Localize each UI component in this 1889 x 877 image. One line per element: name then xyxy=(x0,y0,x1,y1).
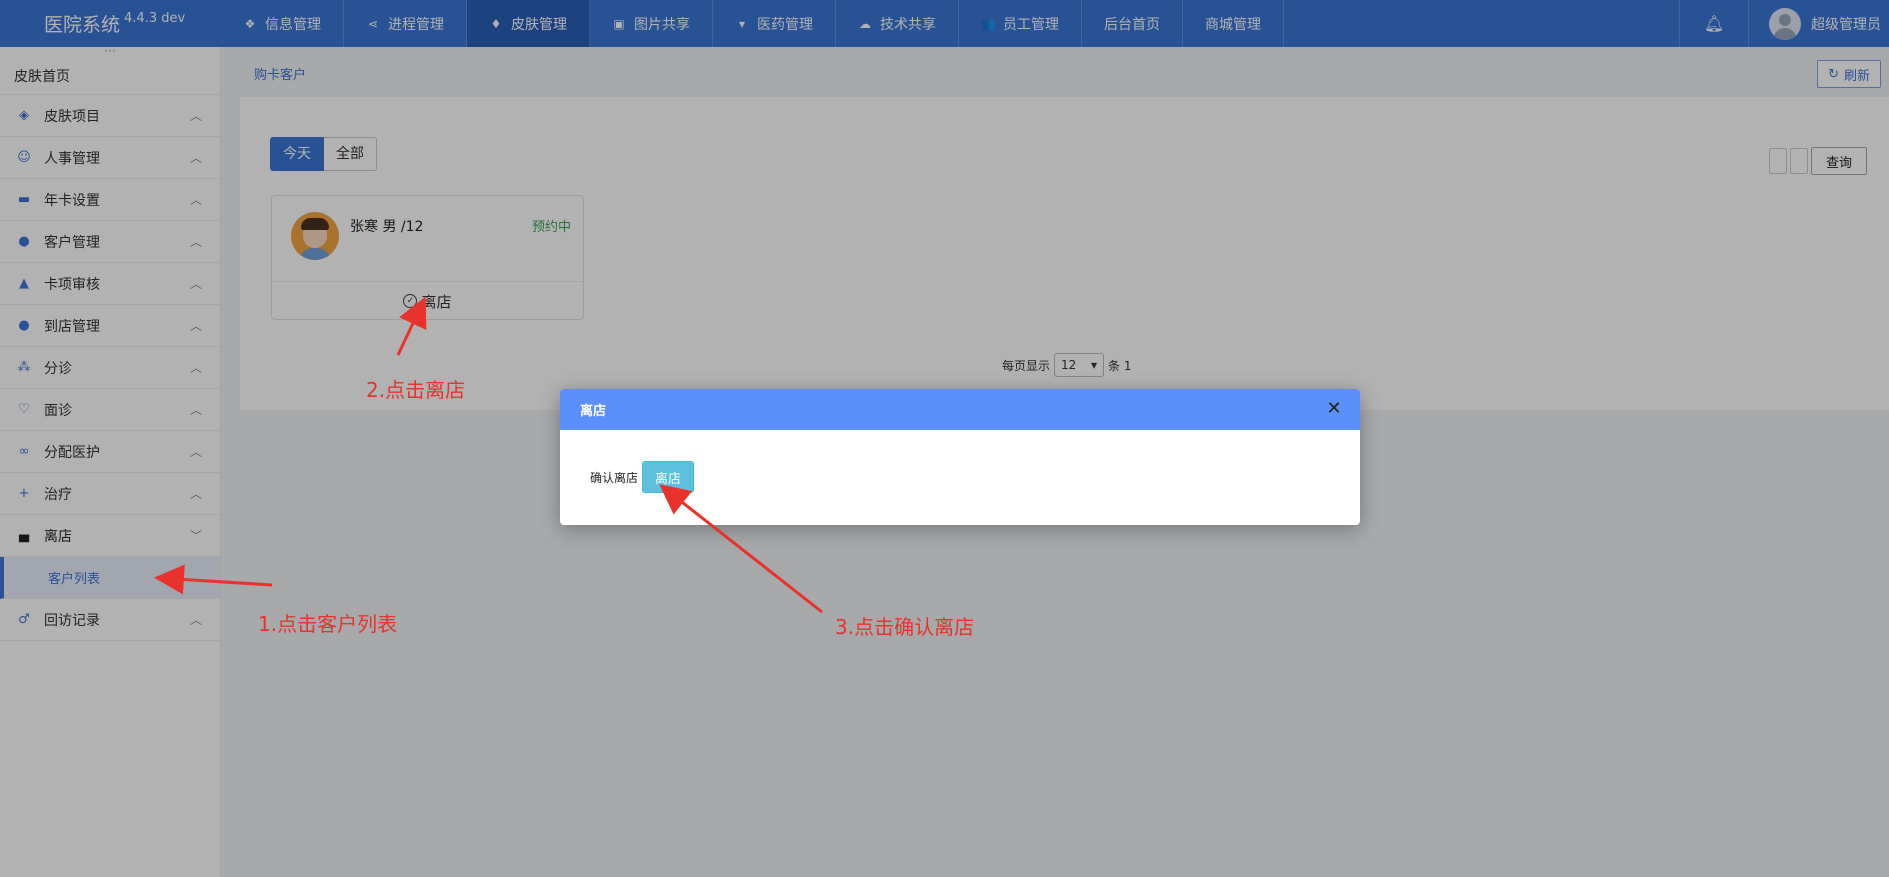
leave-store-dialog: 离店 ✕ 确认离店 离店 xyxy=(560,389,1360,525)
annotation-step3: 3.点击确认离店 xyxy=(835,615,975,639)
confirm-leave-button[interactable]: 离店 xyxy=(642,461,695,493)
close-icon[interactable]: ✕ xyxy=(1324,399,1344,419)
annotation-step1: 1.点击客户列表 xyxy=(258,612,398,636)
annotation-step2: 2.点击离店 xyxy=(366,378,466,402)
confirm-text: 确认离店 xyxy=(590,470,639,485)
dialog-title: 离店 xyxy=(580,404,607,419)
